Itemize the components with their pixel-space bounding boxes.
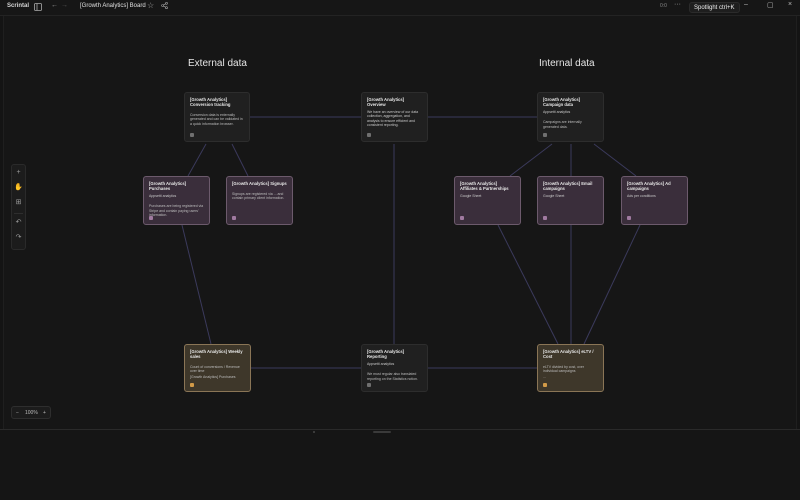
card-title: [Growth Analytics] Affiliates & Partners… xyxy=(460,181,509,191)
card-conversion-tracking[interactable]: [Growth Analytics] Conversion tracking C… xyxy=(184,92,250,142)
sync-status: 0:0 xyxy=(660,3,667,9)
card-description: Count of conversions / Revenue over time xyxy=(190,365,240,374)
card-tag-icon xyxy=(367,383,371,387)
bottom-panel xyxy=(0,429,800,500)
card-subtitle: Google Sheet xyxy=(460,194,482,198)
edge-conversion-signups xyxy=(231,143,249,177)
card-tag-icon xyxy=(543,383,547,387)
zoom-control: − 100% + xyxy=(11,406,51,419)
zoom-in-button[interactable]: + xyxy=(43,410,46,416)
card-reporting[interactable]: [Growth Analytics] Reporting Appsetti an… xyxy=(361,344,428,392)
edge-campaign-affiliates xyxy=(509,143,553,177)
card-description: We must regular also translated reportin… xyxy=(367,372,418,381)
canvas-toolbar: + ✋ ⊞ ↶ ↷ xyxy=(11,164,26,250)
zoom-out-button[interactable]: − xyxy=(16,410,19,416)
card-description: Signups are registered via ... and conta… xyxy=(232,192,285,201)
card-description: Campaigns are internally generated data. xyxy=(543,120,582,129)
card-note: ... xyxy=(543,374,546,379)
back-arrow-icon[interactable]: ← xyxy=(51,2,58,9)
card-description: We have an overview of our data collecti… xyxy=(367,110,419,128)
card-title: [Growth Analytics] Weekly sales xyxy=(190,349,243,359)
card-subtitle: Google Sheet xyxy=(543,194,565,198)
edge-ad-eltv xyxy=(583,224,641,345)
card-description: eLTV divided by cost, over individual ca… xyxy=(543,365,584,374)
card-title: [Growth Analytics] Purchases xyxy=(149,181,187,191)
card-subtitle: Appsetti analytics xyxy=(543,110,571,114)
card-title: [Growth Analytics] Reporting xyxy=(367,349,405,359)
card-title: [Growth Analytics] Campaign data xyxy=(543,97,581,107)
card-overview[interactable]: [Growth Analytics] Overview We have an o… xyxy=(361,92,428,142)
redo-icon[interactable]: ↷ xyxy=(12,232,25,244)
toolbar-divider xyxy=(14,213,23,214)
card-email-campaigns[interactable]: [Growth Analytics] Email campaigns Googl… xyxy=(537,176,604,225)
add-card-icon[interactable]: + xyxy=(12,167,25,179)
close-icon[interactable]: × xyxy=(788,1,792,8)
card-tag-icon xyxy=(190,383,194,387)
edge-affiliates-eltv xyxy=(497,224,559,345)
card-subtitle: Appsetti analytics xyxy=(367,362,395,366)
sidebar-toggle-icon[interactable] xyxy=(34,3,42,11)
board-canvas[interactable]: External data Internal data [Growth Anal… xyxy=(3,16,797,429)
card-tag-icon xyxy=(190,133,194,137)
star-icon[interactable]: ☆ xyxy=(147,1,154,10)
card-description: Purchases are being registered via Strip… xyxy=(149,204,204,218)
card-subtitle: Appsetti analytics xyxy=(149,194,177,198)
card-description: Conversion data is externally generated … xyxy=(190,113,243,126)
card-tag-icon xyxy=(543,216,547,220)
more-icon[interactable]: ··· xyxy=(674,1,681,8)
card-title: [Growth Analytics] Email campaigns xyxy=(543,181,593,191)
minimize-icon[interactable]: – xyxy=(744,1,748,8)
section-title-internal: Internal data xyxy=(539,58,595,69)
spotlight-button[interactable]: Spotlight ctrl+K xyxy=(689,2,740,13)
share-icon[interactable] xyxy=(161,1,168,11)
card-affiliates-partnerships[interactable]: [Growth Analytics] Affiliates & Partners… xyxy=(454,176,521,225)
card-signups[interactable]: [Growth Analytics] Signups Signups are r… xyxy=(226,176,293,225)
card-tag-icon xyxy=(149,216,153,220)
card-weekly-sales[interactable]: [Growth Analytics] Weekly sales Count of… xyxy=(184,344,251,392)
section-title-external: External data xyxy=(188,58,247,69)
edge-campaign-ad xyxy=(593,143,637,177)
edge-conversion-purchases xyxy=(187,143,207,177)
zoom-level: 100% xyxy=(25,410,38,416)
resize-handle[interactable] xyxy=(373,431,391,433)
card-tag-icon xyxy=(460,216,464,220)
card-tag-icon xyxy=(367,133,371,137)
card-title: [Growth Analytics] Conversion tracking xyxy=(190,97,231,107)
card-title: [Growth Analytics] Ad campaigns xyxy=(627,181,671,191)
undo-icon[interactable]: ↶ xyxy=(12,217,25,229)
card-campaign-data[interactable]: [Growth Analytics] Campaign data Appsett… xyxy=(537,92,604,142)
card-purchases[interactable]: [Growth Analytics] Purchases Appsetti an… xyxy=(143,176,210,225)
layout-icon[interactable]: ⊞ xyxy=(12,197,25,209)
maximize-icon[interactable]: ▢ xyxy=(767,1,774,9)
card-tag-icon xyxy=(232,216,236,220)
card-title: [Growth Analytics] Overview xyxy=(367,97,405,107)
title-bar: Scrintal ← → [Growth Analytics] Board ☆ … xyxy=(0,0,800,16)
card-title: [Growth Analytics] Signups xyxy=(232,181,287,186)
card-subtitle: Ads per conditions xyxy=(627,194,656,198)
forward-arrow-icon[interactable]: → xyxy=(61,2,68,9)
edge-purchases-weekly xyxy=(181,224,212,345)
app-name: Scrintal xyxy=(7,3,30,9)
card-link[interactable]: [Growth Analytics] Purchases xyxy=(190,375,245,379)
card-ad-campaigns[interactable]: [Growth Analytics] Ad campaigns Ads per … xyxy=(621,176,688,225)
board-title: [Growth Analytics] Board xyxy=(80,3,146,9)
hand-pan-icon[interactable]: ✋ xyxy=(12,182,25,194)
panel-marker xyxy=(313,431,315,433)
card-tag-icon xyxy=(627,216,631,220)
card-title: [Growth Analytics] eLTV / Cost xyxy=(543,349,594,359)
card-tag-icon xyxy=(543,133,547,137)
card-eltv-cost[interactable]: [Growth Analytics] eLTV / Cost eLTV divi… xyxy=(537,344,604,392)
